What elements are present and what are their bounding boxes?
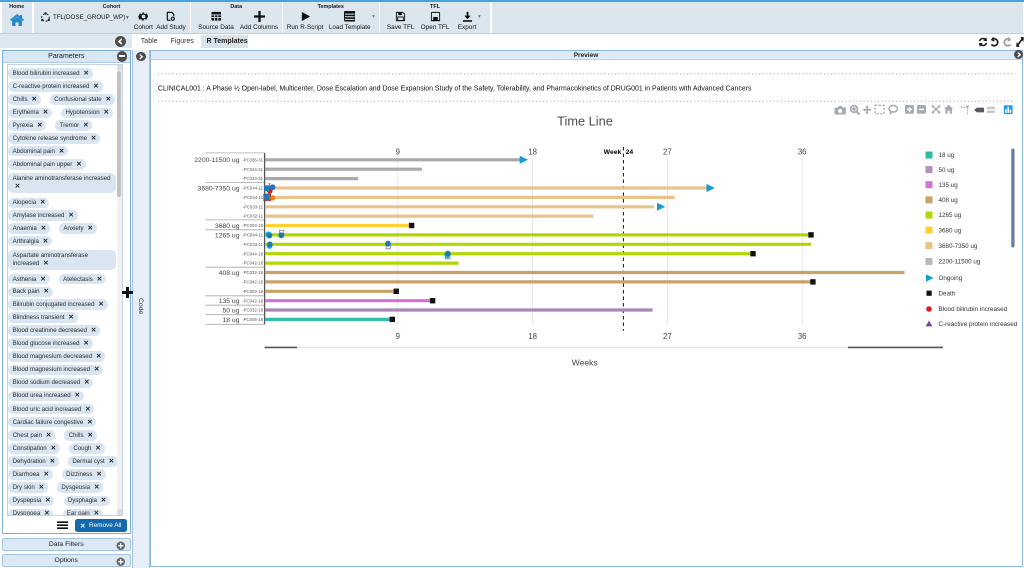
svg-text:9: 9 — [396, 147, 400, 156]
svg-text:50 ug: 50 ug — [222, 307, 239, 314]
svg-text:18 ug: 18 ug — [939, 152, 955, 159]
svg-text:-PC044-11: -PC044-11 — [243, 195, 264, 200]
svg-text:-PC003-18: -PC003-18 — [242, 289, 263, 294]
svg-text:Blood bilirubin increased: Blood bilirubin increased — [939, 306, 1008, 313]
svg-text:24: 24 — [626, 149, 634, 156]
svg-text:36: 36 — [798, 147, 807, 156]
svg-text:Time Line: Time Line — [557, 114, 613, 129]
svg-text:CLINICAL001 : A Phase ½ Open-l: CLINICAL001 : A Phase ½ Open-label, Mult… — [158, 85, 752, 93]
svg-text:18: 18 — [528, 332, 537, 341]
svg-text:36: 36 — [798, 332, 807, 341]
svg-text:-PC032-18: -PC032-18 — [242, 270, 263, 275]
svg-text:-PC042-18: -PC042-18 — [242, 298, 263, 303]
svg-text:-PC042-18: -PC042-18 — [242, 280, 263, 285]
svg-text:135 ug: 135 ug — [939, 182, 959, 189]
svg-text:-PC036-31: -PC036-31 — [242, 157, 263, 162]
svg-text:Week: Week — [604, 149, 622, 156]
svg-text:18: 18 — [528, 147, 537, 156]
svg-text:C-reactive protein increased: C-reactive protein increased — [939, 321, 1018, 328]
svg-text:3680-7350 ug: 3680-7350 ug — [939, 243, 978, 250]
svg-text:-PC044-11: -PC044-11 — [243, 186, 264, 191]
svg-text:3680-7350 ug: 3680-7350 ug — [198, 185, 240, 192]
svg-text:Ongoing: Ongoing — [939, 275, 963, 282]
svg-text:18 ug: 18 ug — [222, 317, 239, 324]
svg-text:135 ug: 135 ug — [219, 298, 240, 305]
svg-text:-PC005-18: -PC005-18 — [242, 317, 263, 322]
svg-text:-PC032-18: -PC032-18 — [242, 308, 263, 313]
svg-text:1265 ug: 1265 ug — [939, 212, 962, 219]
svg-text:-PC033-11: -PC033-11 — [243, 242, 264, 247]
svg-text:3680 ug: 3680 ug — [215, 223, 240, 230]
svg-text:-PC003-18: -PC003-18 — [242, 223, 263, 228]
svg-text:50 ug: 50 ug — [939, 167, 955, 174]
svg-text:9: 9 — [396, 332, 400, 341]
svg-text:Weeks: Weeks — [572, 358, 598, 368]
svg-text:-PC042-18: -PC042-18 — [242, 261, 263, 266]
svg-text:1265 ug: 1265 ug — [215, 232, 240, 239]
svg-text:2200-11500 ug: 2200-11500 ug — [939, 259, 981, 266]
svg-text:-PC033-11: -PC033-11 — [243, 204, 264, 209]
svg-text:-PC044-11: -PC044-11 — [243, 233, 264, 238]
svg-text:2200-11500 ug: 2200-11500 ug — [194, 157, 239, 164]
svg-text:-PC033-31: -PC033-31 — [242, 176, 263, 181]
svg-text:-PC044-18: -PC044-18 — [242, 251, 263, 256]
svg-text:408 ug: 408 ug — [219, 270, 240, 277]
svg-text:27: 27 — [663, 332, 672, 341]
svg-text:-PC044-31: -PC044-31 — [242, 167, 263, 172]
svg-text:3680 ug: 3680 ug — [939, 227, 962, 234]
svg-text:-PC032-11: -PC032-11 — [243, 214, 264, 219]
svg-text:27: 27 — [663, 147, 672, 156]
svg-text:Death: Death — [939, 290, 956, 297]
svg-text:408 ug: 408 ug — [939, 197, 959, 204]
